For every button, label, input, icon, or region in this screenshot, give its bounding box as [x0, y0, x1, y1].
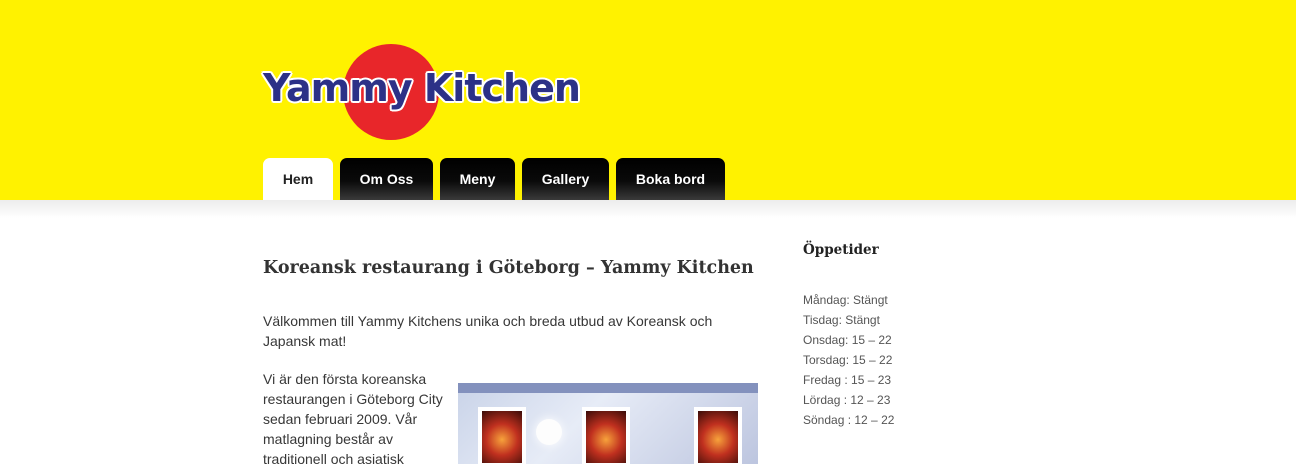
opening-hours-title: Öppetider [803, 242, 879, 258]
hours-item-thursday: Torsdag: 15 – 22 [803, 353, 893, 367]
photo-roof-band [458, 383, 758, 393]
hours-item-sunday: Söndag : 12 – 22 [803, 413, 895, 427]
nav-tab-boka-bord[interactable]: Boka bord [616, 158, 725, 200]
hours-item-monday: Måndag: Stängt [803, 293, 888, 307]
photo-window-left [478, 407, 526, 464]
restaurant-photo [458, 383, 758, 464]
nav-tab-gallery[interactable]: Gallery [522, 158, 609, 200]
nav-tab-om-oss[interactable]: Om Oss [340, 158, 433, 200]
photo-lamp [536, 419, 562, 445]
main-content: Koreansk restaurang i Göteborg – Yammy K… [263, 258, 763, 464]
nav-tab-meny[interactable]: Meny [440, 158, 515, 200]
sidebar: Öppetider Måndag: Stängt Tisdag: Stängt … [803, 242, 1003, 427]
main-navigation: Hem Om Oss Meny Gallery Boka bord [263, 158, 732, 200]
page-title: Koreansk restaurang i Göteborg – Yammy K… [263, 258, 754, 278]
intro-paragraph: Välkommen till Yammy Kitchens unika och … [263, 313, 713, 349]
photo-window-right [694, 407, 742, 464]
photo-window-center [582, 407, 630, 464]
hours-item-saturday: Lördag : 12 – 23 [803, 393, 891, 407]
header-shadow [0, 200, 1296, 218]
history-paragraph: Vi är den första koreanska restaurangen … [263, 371, 443, 464]
hours-item-tuesday: Tisdag: Stängt [803, 313, 880, 327]
opening-hours-list: Måndag: Stängt Tisdag: Stängt Onsdag: 15… [803, 290, 894, 430]
logo-text: Yammy Kitchen [263, 66, 581, 110]
nav-tab-hem[interactable]: Hem [263, 158, 333, 200]
site-logo[interactable]: Yammy Kitchen [263, 44, 581, 144]
hours-item-wednesday: Onsdag: 15 – 22 [803, 333, 892, 347]
hours-item-friday: Fredag : 15 – 23 [803, 373, 892, 387]
site-header: Yammy Kitchen Hem Om Oss Meny Gallery Bo… [0, 0, 1296, 200]
